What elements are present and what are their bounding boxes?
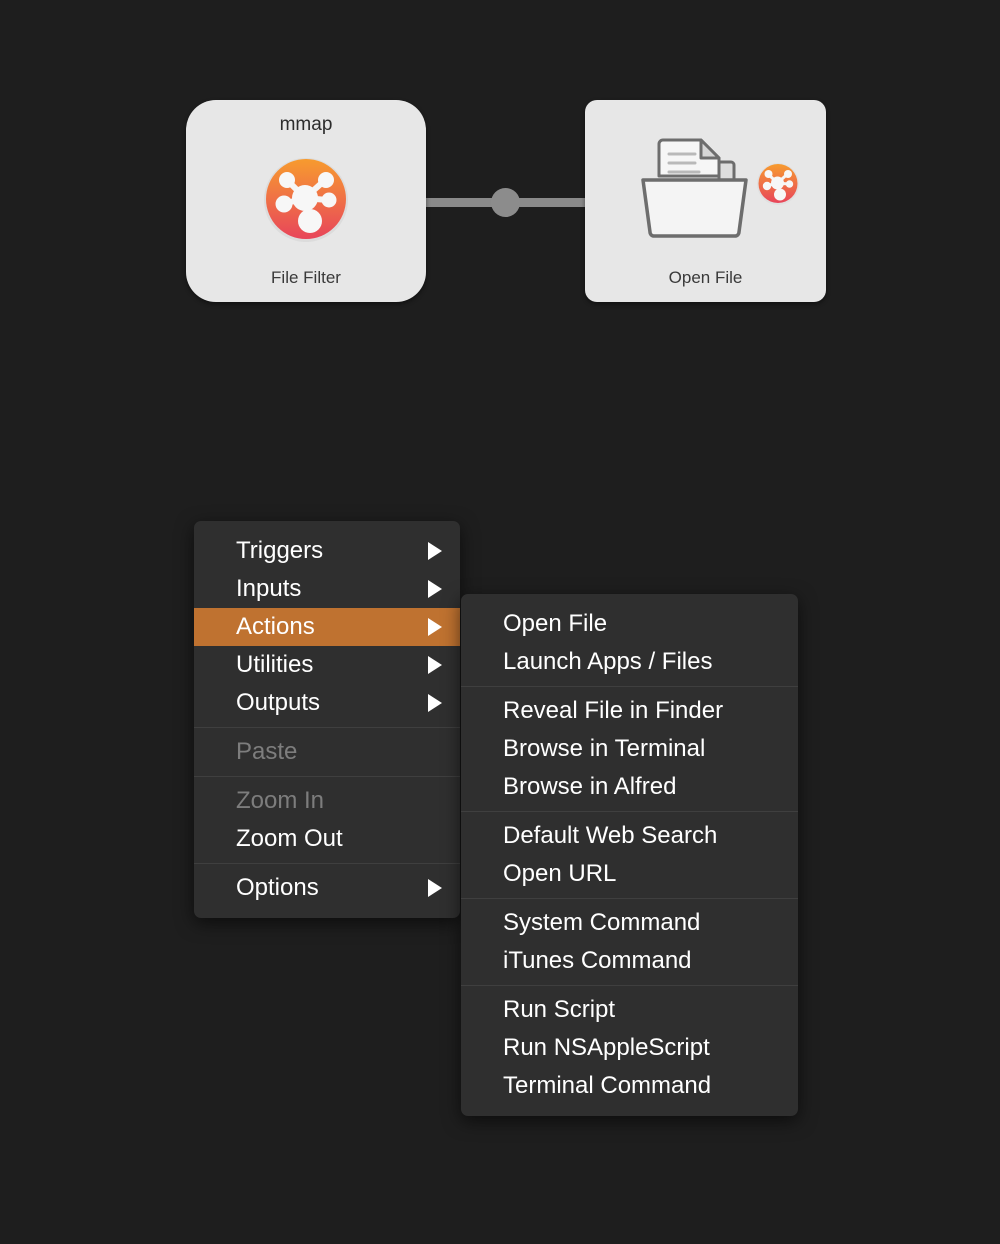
menu-item-label: Run Script [503, 996, 616, 1023]
context-menu[interactable]: Triggers Inputs Actions Utilities Outputs Pas… [194, 521, 460, 918]
menu-item-system-command[interactable]: System Command [461, 904, 798, 942]
submenu-arrow-icon [428, 694, 442, 712]
node-subtitle: File Filter [271, 268, 341, 287]
menu-group: Zoom In Zoom Out [194, 776, 460, 863]
menu-item-open-file[interactable]: Open File [461, 605, 798, 643]
menu-item-label: Open URL [503, 860, 617, 887]
menu-item-zoom-in: Zoom In [194, 782, 460, 820]
menu-item-reveal-file-in-finder[interactable]: Reveal File in Finder [461, 692, 798, 730]
menu-item-label: Utilities [236, 651, 314, 678]
mindnode-badge-icon [756, 162, 800, 206]
menu-item-inputs[interactable]: Inputs [194, 570, 460, 608]
menu-item-terminal-command[interactable]: Terminal Command [461, 1067, 798, 1105]
menu-item-run-nsapplescript[interactable]: Run NSAppleScript [461, 1029, 798, 1067]
menu-group: Paste [194, 727, 460, 776]
menu-item-label: Options [236, 874, 319, 901]
context-menu-body: Triggers Inputs Actions Utilities Outputs Pas… [194, 521, 460, 918]
menu-group: Run Script Run NSAppleScript Terminal Comm… [461, 985, 798, 1110]
menu-item-label: iTunes Command [503, 947, 692, 974]
menu-item-label: Paste [236, 738, 298, 765]
menu-item-default-web-search[interactable]: Default Web Search [461, 817, 798, 855]
menu-item-label: Triggers [236, 537, 324, 564]
menu-item-label: Terminal Command [503, 1072, 712, 1099]
menu-item-open-url[interactable]: Open URL [461, 855, 798, 893]
menu-item-launch-apps-files[interactable]: Launch Apps / Files [461, 643, 798, 681]
submenu-arrow-icon [428, 656, 442, 674]
menu-item-options[interactable]: Options [194, 869, 460, 907]
submenu-arrow-icon [428, 580, 442, 598]
menu-item-utilities[interactable]: Utilities [194, 646, 460, 684]
menu-item-browse-in-terminal[interactable]: Browse in Terminal [461, 730, 798, 768]
menu-item-browse-in-alfred[interactable]: Browse in Alfred [461, 768, 798, 806]
menu-item-label: Launch Apps / Files [503, 648, 713, 675]
menu-item-itunes-command[interactable]: iTunes Command [461, 942, 798, 980]
menu-item-label: Zoom Out [236, 825, 343, 852]
menu-item-label: System Command [503, 909, 701, 936]
menu-group: Open File Launch Apps / Files [461, 600, 798, 686]
actions-submenu[interactable]: Open File Launch Apps / Files Reveal File … [461, 594, 798, 1116]
menu-item-label: Outputs [236, 689, 321, 716]
menu-item-zoom-out[interactable]: Zoom Out [194, 820, 460, 858]
submenu-arrow-icon [428, 542, 442, 560]
menu-item-run-script[interactable]: Run Script [461, 991, 798, 1029]
menu-item-label: Actions [236, 613, 315, 640]
menu-item-label: Reveal File in Finder [503, 697, 724, 724]
actions-submenu-body: Open File Launch Apps / Files Reveal File … [461, 594, 798, 1116]
menu-item-label: Default Web Search [503, 822, 718, 849]
menu-item-outputs[interactable]: Outputs [194, 684, 460, 722]
connector-knob-icon[interactable] [491, 188, 520, 217]
menu-item-label: Browse in Terminal [503, 735, 706, 762]
menu-item-label: Run NSAppleScript [503, 1034, 710, 1061]
menu-item-actions[interactable]: Actions [194, 608, 460, 646]
menu-item-label: Browse in Alfred [503, 773, 677, 800]
submenu-arrow-icon [428, 618, 442, 636]
submenu-arrow-icon [428, 879, 442, 897]
menu-item-label: Zoom In [236, 787, 325, 814]
mindnode-icon [262, 156, 350, 244]
node-title: mmap [279, 114, 333, 135]
menu-item-paste: Paste [194, 733, 460, 771]
menu-group: Default Web Search Open URL [461, 811, 798, 898]
menu-group: Options [194, 863, 460, 912]
node-subtitle: Open File [668, 268, 743, 287]
menu-item-label: Open File [503, 610, 608, 637]
menu-group: System Command iTunes Command [461, 898, 798, 985]
menu-group: Reveal File in Finder Browse in Terminal B… [461, 686, 798, 811]
folder-document-icon [637, 132, 752, 244]
menu-item-label: Inputs [236, 575, 302, 602]
menu-group: Triggers Inputs Actions Utilities Outputs [194, 527, 460, 727]
workflow-node-file-filter[interactable]: mmap File Filter [186, 100, 426, 302]
menu-item-triggers[interactable]: Triggers [194, 532, 460, 570]
workflow-node-open-file[interactable]: Open File [585, 100, 826, 302]
